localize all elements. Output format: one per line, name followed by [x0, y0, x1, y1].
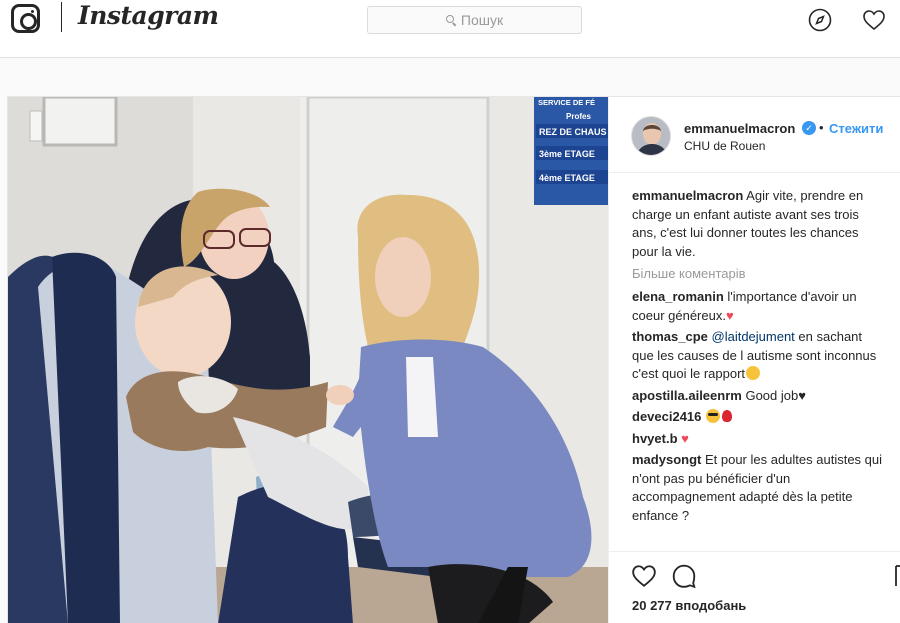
follow-button[interactable]: Стежити — [829, 121, 883, 136]
list-item: madysongt Et pour les adultes autistes q… — [632, 451, 886, 525]
post-photo-image: SERVICE DE FÉ Profes REZ DE CHAUS 3ème E… — [8, 97, 608, 623]
sign-line-3: REZ DE CHAUS — [539, 127, 607, 137]
comment-username[interactable]: hvyet.b — [632, 431, 678, 446]
sign-line-4: 3ème ETAGE — [539, 149, 595, 159]
comment-username[interactable]: madysongt — [632, 452, 701, 467]
sign-line-1: SERVICE DE FÉ — [538, 98, 595, 107]
list-item: apostilla.aileenrm Good job♥ — [632, 387, 886, 406]
more-comments-button[interactable]: Більше коментарів — [632, 266, 886, 281]
post-location[interactable]: CHU de Rouen — [684, 139, 765, 153]
author-username[interactable]: emmanuelmacron — [684, 121, 795, 136]
likes-count[interactable]: 20 277 вподобань — [632, 598, 746, 613]
comment-bubble-icon[interactable] — [671, 563, 697, 589]
heart-icon[interactable] — [862, 8, 886, 32]
list-item: thomas_cpe @laitdejument en sachant que … — [632, 328, 886, 384]
separator-dot: • — [819, 120, 824, 135]
instagram-wordmark[interactable]: Instagram — [78, 1, 219, 30]
compass-icon[interactable] — [808, 8, 832, 32]
caption: emmanuelmacron Agir vite, prendre en cha… — [632, 187, 886, 261]
sunglasses-icon — [706, 409, 721, 423]
avatar-image — [632, 117, 670, 155]
sweat-smile-icon — [746, 366, 761, 380]
black-heart-icon: ♥ — [798, 387, 806, 403]
verified-badge-icon: ✓ — [802, 121, 816, 135]
top-nav: Instagram Пошук — [0, 0, 900, 58]
bookmark-icon[interactable] — [895, 564, 900, 588]
comment-mention[interactable]: @laitdejument — [712, 329, 795, 344]
red-heart-icon: ♥ — [725, 307, 734, 323]
list-item: deveci2416 — [632, 408, 886, 427]
list-item: elena_romanin l'importance d'avoir un co… — [632, 288, 886, 325]
rose-icon — [722, 410, 733, 422]
post-sidebar: emmanuelmacron ✓ • Стежити CHU de Rouen … — [608, 97, 900, 623]
sign-line-2: Profes — [566, 112, 591, 121]
comment-text: Good job — [745, 387, 799, 403]
caption-username[interactable]: emmanuelmacron — [632, 188, 743, 203]
avatar[interactable] — [631, 116, 671, 156]
red-heart-icon: ♥ — [681, 430, 689, 446]
logo-divider — [61, 2, 62, 32]
post-card: SERVICE DE FÉ Profes REZ DE CHAUS 3ème E… — [7, 96, 900, 623]
post-actions: 20 277 вподобань — [609, 551, 900, 623]
comments-list: emmanuelmacron Agir vite, prendre en cha… — [609, 173, 900, 551]
comment-username[interactable]: elena_romanin — [632, 289, 724, 304]
search-icon — [445, 15, 456, 25]
list-item: hvyet.b ♥ — [632, 430, 886, 449]
sign-line-5: 4ème ETAGE — [539, 173, 595, 183]
post-photo[interactable]: SERVICE DE FÉ Profes REZ DE CHAUS 3ème E… — [8, 97, 608, 623]
comment-username[interactable]: deveci2416 — [632, 409, 701, 424]
like-heart-icon[interactable] — [631, 563, 657, 589]
search-input[interactable]: Пошук — [367, 6, 582, 34]
post-header: emmanuelmacron ✓ • Стежити CHU de Rouen — [609, 97, 900, 173]
search-placeholder: Пошук — [460, 12, 504, 28]
instagram-logo-icon[interactable] — [11, 4, 40, 33]
comment-username[interactable]: apostilla.aileenrm — [632, 388, 742, 403]
comment-username[interactable]: thomas_cpe — [632, 329, 708, 344]
